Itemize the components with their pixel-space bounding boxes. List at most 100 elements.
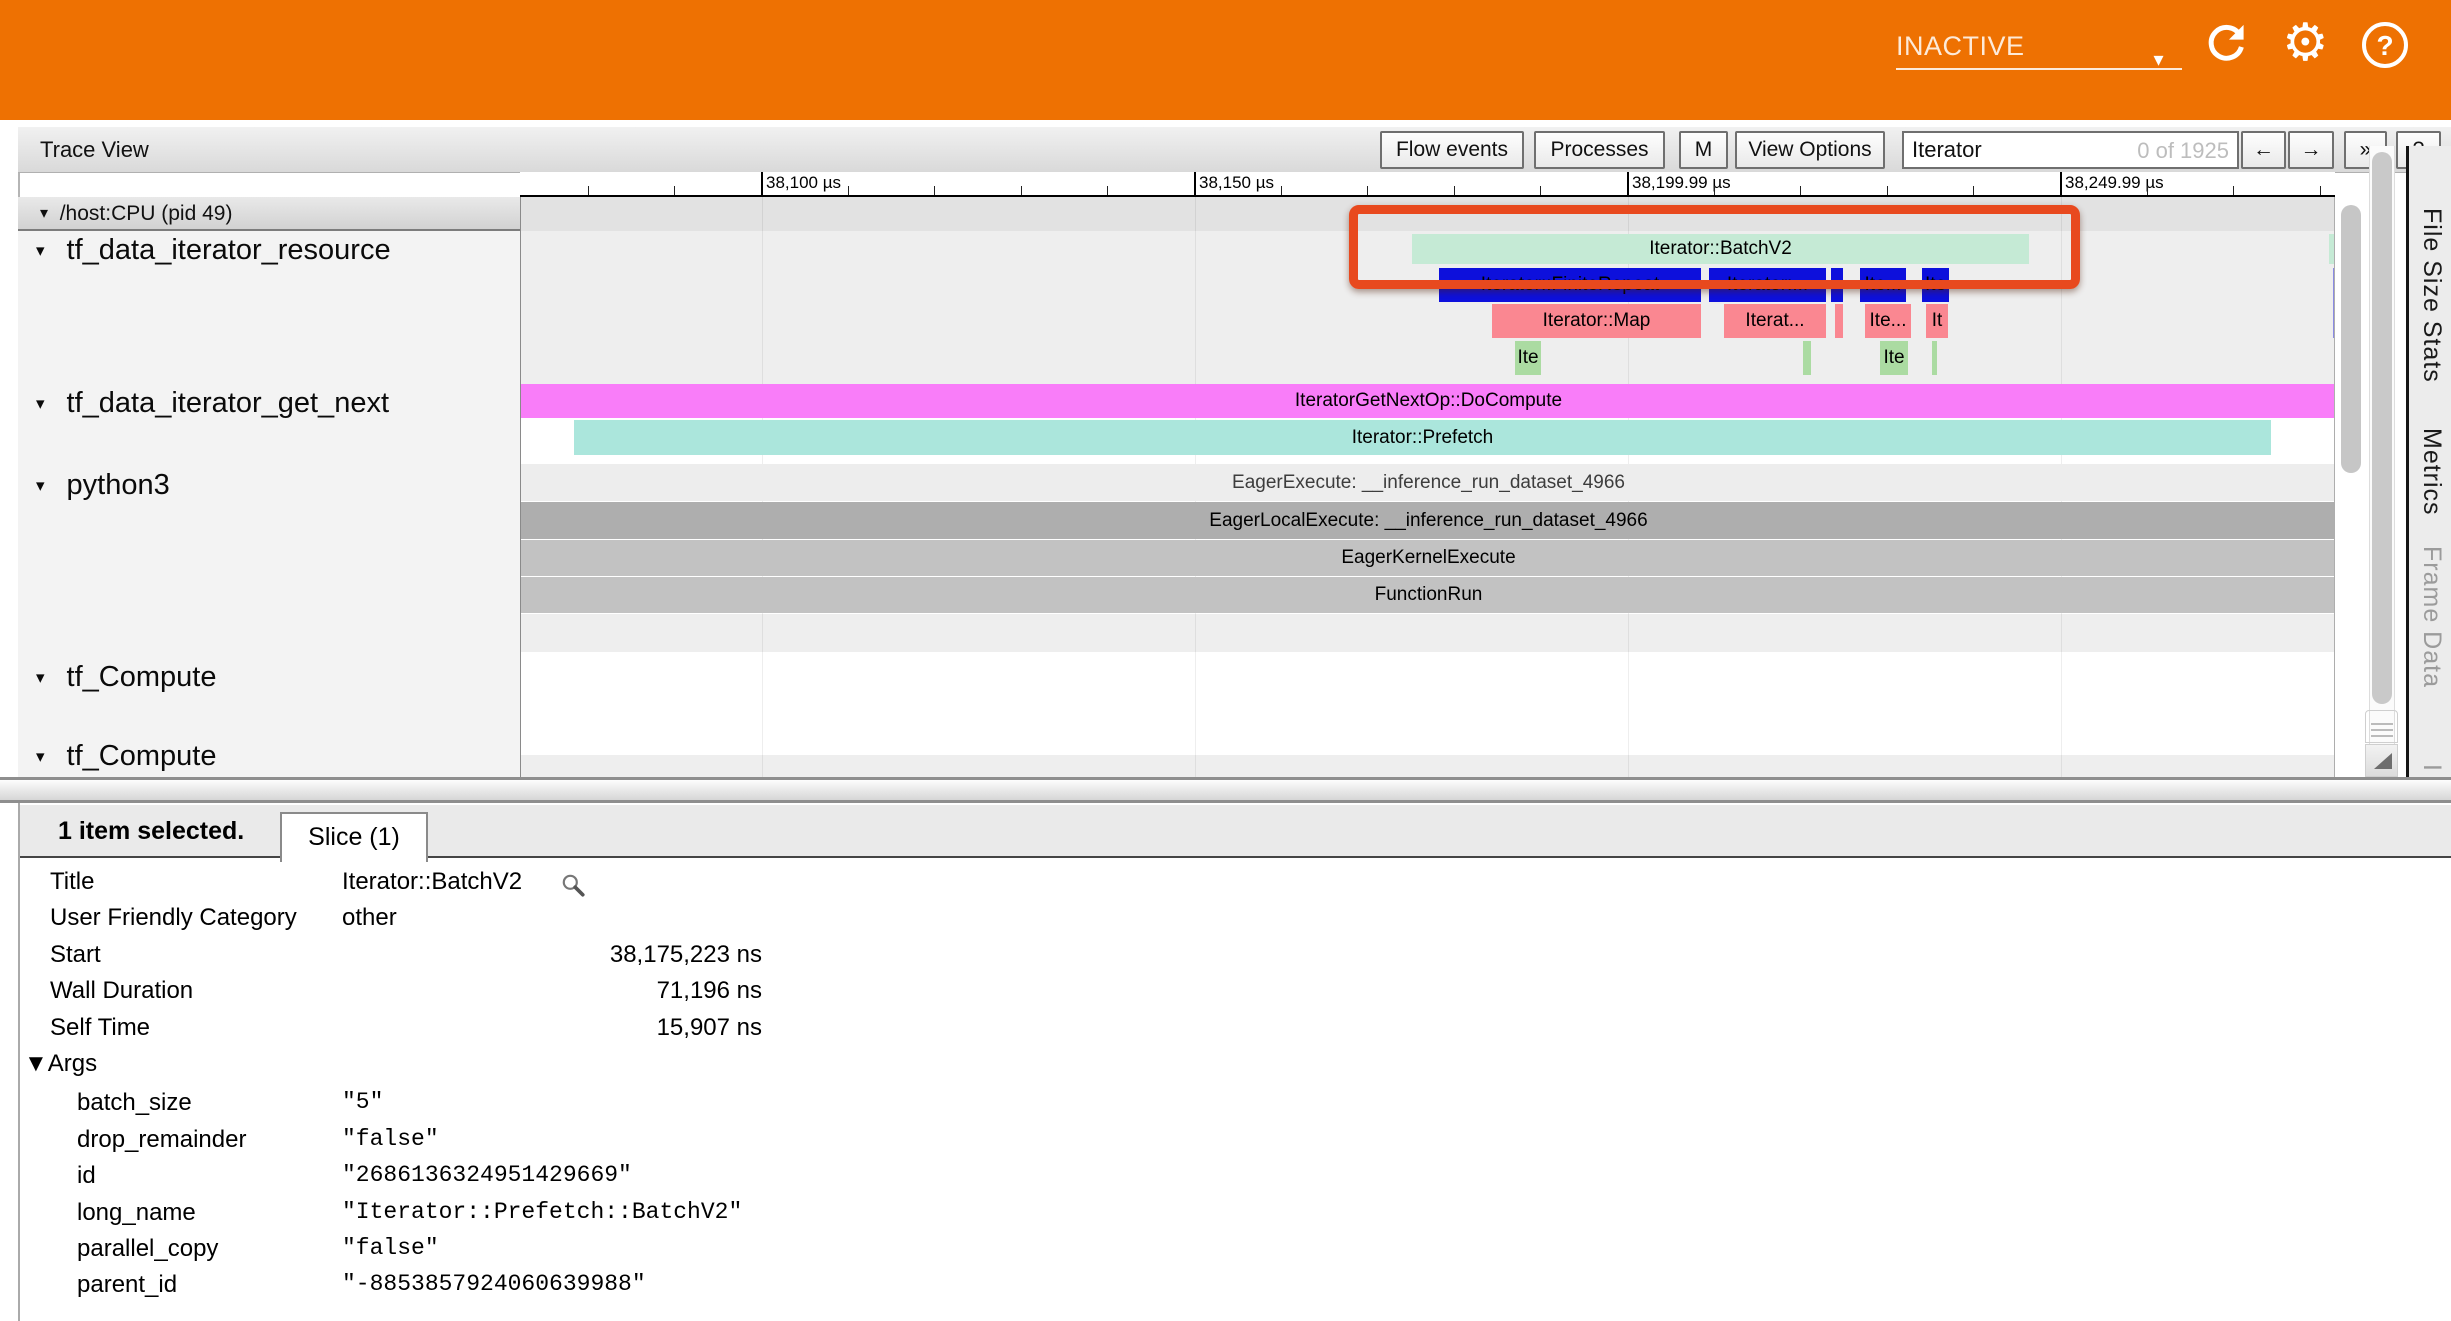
run-status-dropdown[interactable]: INACTIVE ▾: [1896, 26, 2182, 70]
track-background-band: [521, 197, 2335, 231]
ruler-tick-label: 38,199.99 µs: [1632, 173, 1731, 193]
timeline-event[interactable]: Ite: [1515, 341, 1541, 375]
arg-value: "false": [342, 1235, 762, 1261]
timeline-event[interactable]: Iterator::Prefetch: [574, 420, 2271, 455]
sidebar-tab-i: I: [2417, 764, 2446, 772]
ruler-tick-label: 38,150 µs: [1199, 173, 1274, 193]
track-label-tf_data_iterator_resource[interactable]: ▾tf_data_iterator_resource: [36, 234, 391, 267]
detail-row: Self Time15,907 ns: [20, 1014, 1020, 1050]
resize-triangle-icon: [2374, 753, 2392, 769]
arg-value: "-8853857924060639988": [342, 1271, 762, 1297]
tab-slice[interactable]: Slice (1): [280, 812, 428, 862]
find-input[interactable]: Iterator 0 of 1925: [1902, 131, 2239, 169]
ruler-major-tick: [1194, 172, 1196, 197]
collapse-arrow-icon: ▾: [36, 394, 45, 413]
ruler-major-tick: [761, 172, 763, 197]
help-icon[interactable]: ?: [2362, 22, 2408, 68]
detail-row: Wall Duration71,196 ns: [20, 977, 1020, 1013]
ruler-minor-tick: [934, 186, 935, 195]
collapse-arrow-icon: ▾: [36, 241, 45, 260]
track-background-band: [521, 614, 2335, 652]
timeline-event[interactable]: It: [1926, 304, 1948, 338]
flow-events-button[interactable]: Flow events: [1380, 131, 1524, 169]
timeline-canvas[interactable]: Iterator::BatchV2Iterator::FiniteRepeatI…: [520, 197, 2335, 777]
arg-row: long_name"Iterator::Prefetch::BatchV2": [20, 1199, 1020, 1235]
detail-row: TitleIterator::BatchV2: [20, 868, 1020, 904]
timeline-event[interactable]: [1932, 341, 1937, 375]
timeline-event[interactable]: Iterat...: [1724, 304, 1826, 338]
sidebar-tab-file-size-stats[interactable]: File Size Stats: [2417, 208, 2446, 383]
sidebar-tab-metrics[interactable]: Metrics: [2417, 428, 2446, 516]
collapse-arrow-icon: ▾: [36, 476, 45, 495]
refresh-icon[interactable]: [2204, 22, 2248, 66]
timeline-event[interactable]: Ite: [1922, 268, 1949, 302]
arg-value: "5": [342, 1089, 762, 1115]
ruler-minor-tick: [1714, 186, 1715, 195]
timeline-event[interactable]: Iterator::Map: [1492, 304, 1701, 338]
find-next-button[interactable]: →: [2288, 131, 2334, 169]
timeline-event[interactable]: Ite...: [1860, 268, 1906, 302]
ruler-minor-tick: [1021, 186, 1022, 195]
track-background-band: [521, 652, 2335, 755]
track-label-column: ▾tf_data_iterator_resource▾tf_data_itera…: [18, 231, 520, 777]
timeline-event[interactable]: Iterator::BatchV2: [1412, 234, 2029, 264]
timeline-event[interactable]: FunctionRun: [521, 577, 2335, 613]
ruler-minor-tick: [1973, 186, 1974, 195]
find-result-count: 0 of 1925: [2137, 138, 2229, 164]
track-label-python3[interactable]: ▾python3: [36, 469, 170, 502]
resize-corner[interactable]: [2365, 744, 2398, 777]
arg-key: id: [77, 1162, 96, 1190]
details-body: TitleIterator::BatchV2User Friendly Cate…: [20, 860, 2451, 1321]
timeline-event[interactable]: Ite...: [1865, 304, 1911, 338]
view-options-button[interactable]: View Options: [1735, 131, 1885, 169]
horizontal-splitter[interactable]: [0, 777, 2451, 803]
detail-row: Start38,175,223 ns: [20, 941, 1020, 977]
args-section-header[interactable]: ▼Args: [24, 1050, 97, 1078]
detail-value: 38,175,223 ns: [342, 941, 762, 969]
ruler-minor-tick: [1887, 186, 1888, 195]
ruler-minor-tick: [1540, 186, 1541, 195]
ruler-tick-label: 38,249.99 µs: [2065, 173, 2164, 193]
timeline-event[interactable]: [1803, 341, 1811, 375]
arg-row: batch_size "5": [20, 1089, 1020, 1125]
arg-key: parent_id: [77, 1271, 177, 1299]
timeline-event[interactable]: [2329, 234, 2335, 264]
ruler-minor-tick: [1454, 186, 1455, 195]
timeline-event[interactable]: [1831, 268, 1843, 302]
track-label-tf_Compute[interactable]: ▾tf_Compute: [36, 661, 216, 694]
timeline-event[interactable]: [1835, 304, 1843, 338]
processes-button[interactable]: Processes: [1534, 131, 1665, 169]
ruler-minor-tick: [2147, 186, 2148, 195]
arg-row: drop_remainder"false": [20, 1126, 1020, 1162]
timeline-event[interactable]: Iterator:...: [1709, 268, 1826, 302]
timeline-event[interactable]: Iterator::FiniteRepeat: [1439, 268, 1701, 302]
ruler-minor-tick: [1367, 186, 1368, 195]
track-label-tf_Compute[interactable]: ▾tf_Compute: [36, 740, 216, 773]
timeline-event[interactable]: Ite: [1880, 341, 1908, 375]
timeline-event[interactable]: [2333, 268, 2335, 338]
detail-key: User Friendly Category: [50, 904, 297, 932]
timeline-event[interactable]: EagerExecute: __inference_run_dataset_49…: [521, 464, 2335, 501]
ruler-minor-tick: [1281, 186, 1282, 195]
timeline-event[interactable]: IteratorGetNextOp::DoCompute: [521, 384, 2335, 418]
track-label-tf_data_iterator_get_next[interactable]: ▾ tf_data_iterator_get_next: [36, 387, 389, 420]
arg-row: id "2686136324951429669": [20, 1162, 1020, 1198]
tensorboard-trace-viewer: INACTIVE ▾ ⚙ ? Trace View Flow events Pr…: [0, 0, 2451, 1321]
timeline-scrollbar-thumb[interactable]: [2341, 205, 2361, 473]
timeline-event[interactable]: EagerKernelExecute: [521, 540, 2335, 576]
timeline-event[interactable]: EagerLocalExecute: __inference_run_datas…: [521, 502, 2335, 539]
arg-value: "2686136324951429669": [342, 1162, 762, 1188]
slice-details-pane: 1 item selected. Slice (1) TitleIterator…: [18, 803, 2451, 1321]
arg-row: parallel_copy"false": [20, 1235, 1020, 1271]
settings-gear-icon[interactable]: ⚙: [2282, 10, 2329, 76]
track-label-text: tf_data_iterator_get_next: [67, 387, 389, 419]
find-prev-button[interactable]: ←: [2241, 131, 2286, 169]
arg-key: batch_size: [77, 1089, 192, 1117]
panel-scrollbar-thumb[interactable]: [2372, 152, 2392, 704]
run-status-value: INACTIVE: [1896, 31, 2025, 61]
magnifier-icon[interactable]: [560, 872, 586, 905]
details-tabbar: 1 item selected. Slice (1): [20, 805, 2451, 858]
scrollbar-grip[interactable]: [2365, 710, 2398, 743]
metadata-button[interactable]: M: [1679, 131, 1728, 169]
ruler-minor-tick: [2320, 186, 2321, 195]
